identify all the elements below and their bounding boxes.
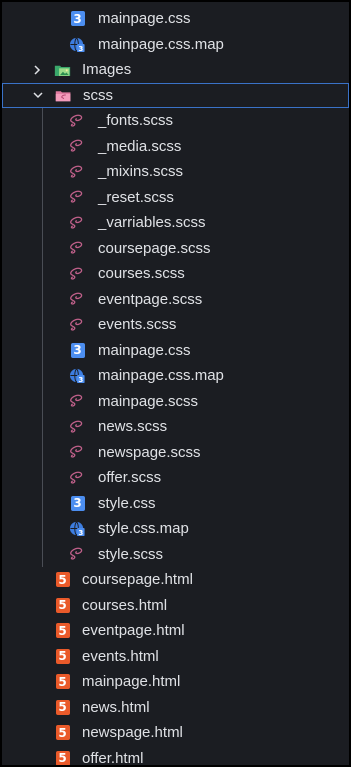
html-file-icon: 5 [54,571,71,588]
file-row[interactable]: 5 mainpage.html [2,669,349,695]
sass-file-icon [69,546,86,563]
file-label: events.scss [98,316,177,334]
file-row[interactable]: 5 offer.html [2,746,349,767]
html-file-icon: 5 [54,750,71,765]
chevron-down-icon[interactable] [31,88,45,102]
sass-file-icon [69,393,86,410]
file-label: events.html [82,647,159,665]
file-row[interactable]: 3 mainpage.css.map [2,32,349,58]
file-label: coursepage.scss [98,239,211,257]
file-row[interactable]: 5 coursepage.html [2,567,349,593]
html-file-icon: 5 [54,648,71,665]
file-row[interactable]: events.scss [2,312,349,338]
sass-file-icon [69,163,86,180]
file-label: news.html [82,698,150,716]
sass-file-icon [69,138,86,155]
file-label: offer.html [82,749,144,767]
svg-text:3: 3 [78,44,83,53]
svg-text:3: 3 [78,528,83,537]
file-row[interactable]: 3 mainpage.css.map [2,363,349,389]
file-row[interactable]: 5 newspage.html [2,720,349,746]
file-label: eventpage.scss [98,290,203,308]
sass-file-icon [69,316,86,333]
file-label: eventpage.html [82,622,185,640]
file-row[interactable]: coursepage.scss [2,236,349,262]
file-label: coursepage.html [82,571,193,589]
sass-file-icon [69,189,86,206]
file-row[interactable]: _reset.scss [2,185,349,211]
images-folder-icon [54,61,71,78]
file-label: newspage.html [82,724,183,742]
file-label: _reset.scss [98,188,174,206]
file-label: courses.scss [98,265,185,283]
file-label: scss [83,86,113,104]
file-label: _media.scss [98,137,182,155]
file-row[interactable]: 5 eventpage.html [2,618,349,644]
file-label: news.scss [98,418,168,436]
file-label: mainpage.scss [98,392,199,410]
file-label: mainpage.css.map [98,35,224,53]
css-file-icon: 3 [69,495,86,512]
file-row[interactable]: style.scss [2,542,349,568]
file-label: style.css.map [98,520,189,538]
css-map-file-icon: 3 [69,367,86,384]
sass-file-icon [69,291,86,308]
file-row[interactable]: 5 events.html [2,644,349,670]
file-label: newspage.scss [98,443,201,461]
folder-row[interactable]: Images [2,57,349,83]
html-file-icon: 5 [54,724,71,741]
sass-file-icon [69,265,86,282]
file-label: _varriables.scss [98,214,206,232]
file-label: mainpage.css [98,10,191,28]
folder-row[interactable]: scss [2,82,349,108]
explorer-panel: 3 mainpage.css 3 mainpage.css.map Images scss… [0,0,351,767]
file-row[interactable]: newspage.scss [2,440,349,466]
file-label: style.scss [98,545,164,563]
css-map-file-icon: 3 [69,520,86,537]
file-tree: 3 mainpage.css 3 mainpage.css.map Images scss… [2,6,349,767]
file-row[interactable]: eventpage.scss [2,287,349,313]
file-row[interactable]: 3 mainpage.css [2,6,349,32]
sass-file-icon [69,214,86,231]
css-file-icon: 3 [69,10,86,27]
file-label: style.css [98,494,156,512]
file-row[interactable]: 3 mainpage.css [2,338,349,364]
file-label: mainpage.css [98,341,191,359]
indent-guide [42,108,43,567]
file-row[interactable]: offer.scss [2,465,349,491]
file-label: offer.scss [98,469,162,487]
chevron-right-icon[interactable] [30,63,44,77]
sass-file-icon [69,469,86,486]
sass-file-icon [69,112,86,129]
file-label: mainpage.css.map [98,367,224,385]
file-row[interactable]: 3 style.css.map [2,516,349,542]
file-row[interactable]: 5 courses.html [2,593,349,619]
file-label: _mixins.scss [98,163,184,181]
css-map-file-icon: 3 [69,36,86,53]
file-row[interactable]: _mixins.scss [2,159,349,185]
file-row[interactable]: _fonts.scss [2,108,349,134]
sass-file-icon [69,444,86,461]
file-row[interactable]: courses.scss [2,261,349,287]
html-file-icon: 5 [54,597,71,614]
html-file-icon: 5 [54,699,71,716]
html-file-icon: 5 [54,673,71,690]
file-row[interactable]: news.scss [2,414,349,440]
file-label: courses.html [82,596,168,614]
css-file-icon: 3 [69,342,86,359]
sass-file-icon [69,418,86,435]
file-row[interactable]: 5 news.html [2,695,349,721]
file-label: mainpage.html [82,673,181,691]
html-file-icon: 5 [54,622,71,639]
file-label: _fonts.scss [98,112,174,130]
file-row[interactable]: _media.scss [2,134,349,160]
file-label: Images [82,61,132,79]
file-row[interactable]: mainpage.scss [2,389,349,415]
file-row[interactable]: 3 style.css [2,491,349,517]
sass-folder-icon [55,87,72,104]
sass-file-icon [69,240,86,257]
svg-text:3: 3 [78,375,83,384]
file-row[interactable]: _varriables.scss [2,210,349,236]
